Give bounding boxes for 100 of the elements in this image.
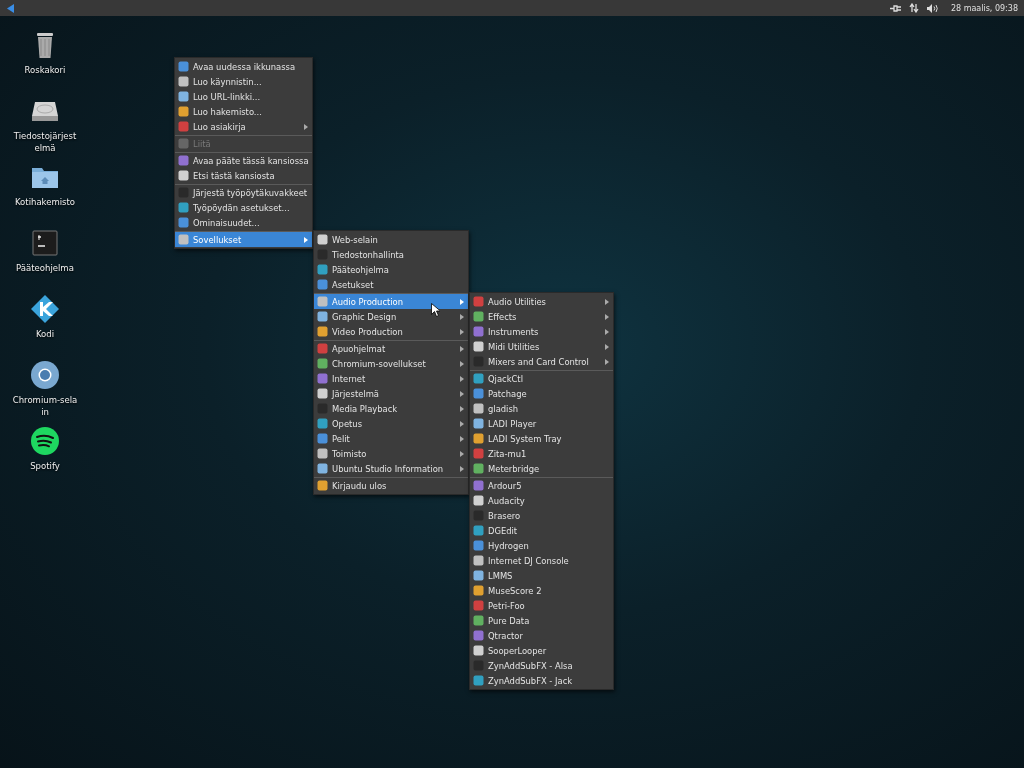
- submenu-arrow-icon: [460, 375, 464, 382]
- submenu-arrow-icon: [460, 465, 464, 472]
- app-icon: [178, 217, 189, 228]
- menu-item[interactable]: Järjestelmä: [314, 386, 468, 401]
- menu-item[interactable]: Luo käynnistin...: [175, 74, 312, 89]
- app-icon: [178, 121, 189, 132]
- menu-item[interactable]: LADI Player: [470, 416, 613, 431]
- menu-item[interactable]: SooperLooper: [470, 643, 613, 658]
- transfer-arrows-icon[interactable]: [908, 3, 919, 13]
- app-icon: [317, 448, 328, 459]
- app-icon: [473, 585, 484, 596]
- mouse-pointer-icon: [431, 303, 440, 317]
- menu-item[interactable]: Ominaisuudet...: [175, 215, 312, 230]
- submenu-arrow-icon: [460, 450, 464, 457]
- menu-item[interactable]: Avaa uudessa ikkunassa: [175, 59, 312, 74]
- menu-item[interactable]: Audacity: [470, 493, 613, 508]
- app-icon: [473, 388, 484, 399]
- submenu-arrow-icon: [605, 328, 609, 335]
- menu-item[interactable]: Brasero: [470, 508, 613, 523]
- app-icon: [473, 615, 484, 626]
- menu-item[interactable]: Audio Utilities: [470, 294, 613, 309]
- app-menu-icon[interactable]: [6, 3, 15, 13]
- menu-item[interactable]: Midi Utilities: [470, 339, 613, 354]
- menu-item[interactable]: Instruments: [470, 324, 613, 339]
- app-icon: [473, 525, 484, 536]
- desktop-icon-label[interactable]: Spotify: [12, 460, 78, 472]
- app-icon: [473, 373, 484, 384]
- app-icon: [178, 91, 189, 102]
- menu-item[interactable]: Video Production: [314, 324, 468, 339]
- menu-item[interactable]: Pure Data: [470, 613, 613, 628]
- menu-item[interactable]: Graphic Design: [314, 309, 468, 324]
- menu-item[interactable]: Chromium-sovellukset: [314, 356, 468, 371]
- submenu-arrow-icon: [605, 358, 609, 365]
- submenu-arrow-icon: [304, 236, 308, 243]
- desktop-icon-label[interactable]: Pääteohjelma: [12, 262, 78, 274]
- app-icon: [473, 403, 484, 414]
- menu-item[interactable]: Effects: [470, 309, 613, 324]
- terminal-icon: [30, 228, 60, 258]
- network-icon[interactable]: [889, 3, 901, 13]
- submenu-arrow-icon: [460, 390, 464, 397]
- menu-item[interactable]: Internet DJ Console: [470, 553, 613, 568]
- app-icon: [317, 311, 328, 322]
- menu-item[interactable]: Apuohjelmat: [314, 340, 468, 356]
- menu-item[interactable]: Patchage: [470, 386, 613, 401]
- spotify-logo-icon: [30, 426, 60, 456]
- menu-item[interactable]: Sovellukset: [175, 231, 312, 247]
- desktop-icon-label[interactable]: Kodi: [12, 328, 78, 340]
- menu-item[interactable]: Audio Production: [314, 293, 468, 309]
- desktop-icon-label[interactable]: Kotihakemisto: [12, 196, 78, 208]
- menu-item[interactable]: Etsi tästä kansiosta: [175, 168, 312, 183]
- menu-item[interactable]: Luo URL-linkki...: [175, 89, 312, 104]
- app-icon: [473, 555, 484, 566]
- menu-item[interactable]: Työpöydän asetukset...: [175, 200, 312, 215]
- menu-item[interactable]: LMMS: [470, 568, 613, 583]
- menu-item[interactable]: Media Playback: [314, 401, 468, 416]
- menu-item[interactable]: Luo hakemisto...: [175, 104, 312, 119]
- app-icon: [473, 448, 484, 459]
- app-icon: [317, 326, 328, 337]
- menu-item[interactable]: Ardour5: [470, 477, 613, 493]
- app-icon: [178, 76, 189, 87]
- app-icon: [317, 418, 328, 429]
- app-icon: [178, 61, 189, 72]
- menu-item[interactable]: Asetukset: [314, 277, 468, 292]
- app-icon: [473, 418, 484, 429]
- app-icon: [178, 106, 189, 117]
- menu-item[interactable]: LADI System Tray: [470, 431, 613, 446]
- menu-item[interactable]: gladish: [470, 401, 613, 416]
- volume-icon[interactable]: [926, 3, 939, 13]
- app-icon: [473, 463, 484, 474]
- menu-item[interactable]: Tiedostonhallinta: [314, 247, 468, 262]
- submenu-arrow-icon: [460, 435, 464, 442]
- app-icon: [473, 495, 484, 506]
- menu-item[interactable]: Zita-mu1: [470, 446, 613, 461]
- menu-item[interactable]: Meterbridge: [470, 461, 613, 476]
- submenu-arrow-icon: [460, 313, 464, 320]
- menu-item[interactable]: Petri-Foo: [470, 598, 613, 613]
- menu-item[interactable]: Avaa pääte tässä kansiossa: [175, 152, 312, 168]
- menu-item[interactable]: Pelit: [314, 431, 468, 446]
- app-icon: [473, 480, 484, 491]
- clock[interactable]: 28 maalis, 09:38: [950, 3, 1018, 13]
- menu-item[interactable]: Toimisto: [314, 446, 468, 461]
- menu-item[interactable]: DGEdit: [470, 523, 613, 538]
- menu-item[interactable]: Järjestä työpöytäkuvakkeet: [175, 184, 312, 200]
- desktop-icon-label[interactable]: Chromium-selain: [12, 394, 78, 418]
- desktop-icon-label[interactable]: Tiedostojärjestelmä: [12, 130, 78, 154]
- menu-item[interactable]: QjackCtl: [470, 370, 613, 386]
- menu-item[interactable]: Pääteohjelma: [314, 262, 468, 277]
- menu-item[interactable]: Hydrogen: [470, 538, 613, 553]
- menu-item[interactable]: ZynAddSubFX - Jack: [470, 673, 613, 688]
- menu-item[interactable]: Luo asiakirja: [175, 119, 312, 134]
- menu-item[interactable]: MuseScore 2: [470, 583, 613, 598]
- menu-item[interactable]: Mixers and Card Control: [470, 354, 613, 369]
- menu-item[interactable]: Ubuntu Studio Information: [314, 461, 468, 476]
- menu-item[interactable]: Web-selain: [314, 232, 468, 247]
- menu-item[interactable]: Opetus: [314, 416, 468, 431]
- menu-item[interactable]: Internet: [314, 371, 468, 386]
- menu-item[interactable]: ZynAddSubFX - Alsa: [470, 658, 613, 673]
- menu-item[interactable]: Qtractor: [470, 628, 613, 643]
- desktop-icon-label[interactable]: Roskakori: [12, 64, 78, 76]
- menu-item[interactable]: Kirjaudu ulos: [314, 477, 468, 493]
